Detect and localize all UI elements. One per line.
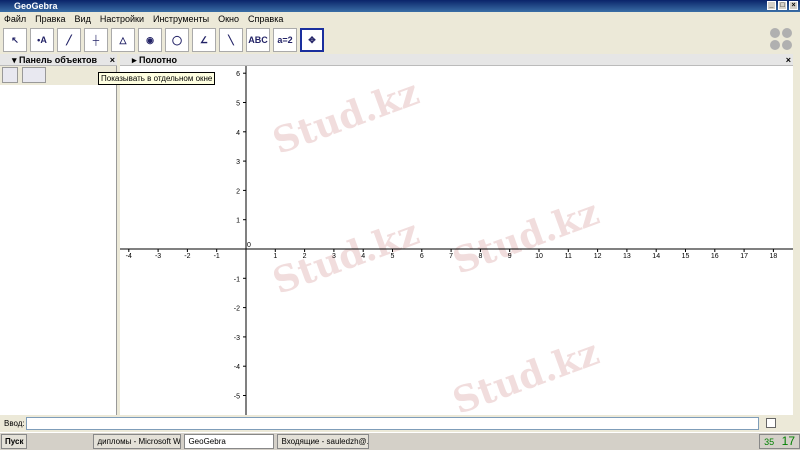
toolbar: ↖ •A ╱ ┼ △ ◉ ◯ ∠ ╲ ABC a=2 ✥	[0, 26, 800, 54]
y-tick-label: 5	[236, 101, 240, 108]
reflect-icon[interactable]: ╲	[219, 28, 243, 52]
menu-item[interactable]: Справка	[248, 12, 283, 26]
taskbar: Пуск дипломы - Microsoft Wo... GeoGebra …	[0, 432, 800, 450]
conic-icon[interactable]: ◯	[165, 28, 189, 52]
text-icon[interactable]: ABC	[246, 28, 270, 52]
x-tick-label: 6	[420, 253, 424, 260]
taskbar-item-geogebra[interactable]: GeoGebra	[184, 434, 275, 449]
sort-button[interactable]	[22, 67, 46, 83]
y-tick-label: 4	[236, 130, 240, 137]
settings-icon[interactable]	[782, 40, 792, 50]
perpendicular-icon[interactable]: ┼	[84, 28, 108, 52]
x-tick-label: -1	[214, 253, 220, 260]
taskbar-item-mail[interactable]: Входящие - sauledzh@...	[277, 434, 370, 449]
x-tick-label: 14	[652, 253, 660, 260]
close-button[interactable]: ×	[789, 1, 798, 10]
x-tick-label: 2	[303, 253, 307, 260]
move-icon[interactable]: ↖	[3, 28, 27, 52]
menu-item[interactable]: Вид	[75, 12, 91, 26]
objects-panel-header: ▾ Панель объектов ×	[0, 54, 117, 66]
auxiliary-objects-button[interactable]	[2, 67, 18, 83]
taskbar-item-word[interactable]: дипломы - Microsoft Wo...	[93, 434, 182, 449]
help-icon[interactable]	[770, 40, 780, 50]
y-tick-label: 3	[236, 159, 240, 166]
point-icon[interactable]: •A	[30, 28, 54, 52]
x-tick-label: 10	[535, 253, 543, 260]
y-tick-label: 6	[236, 71, 240, 78]
objects-panel-title: Панель объектов	[19, 55, 98, 65]
x-tick-label: -3	[155, 253, 161, 260]
input-field[interactable]	[26, 417, 759, 430]
slider-icon[interactable]: a=2	[273, 28, 297, 52]
menu-item[interactable]: Правка	[35, 12, 65, 26]
menu-item[interactable]: Окно	[218, 12, 239, 26]
x-tick-label: 11	[565, 253, 572, 260]
x-tick-label: 9	[508, 253, 512, 260]
x-tick-label: 5	[391, 253, 395, 260]
tray-count: 35	[764, 437, 775, 447]
graphics-canvas[interactable]: Stud.kz Stud.kz Stud.kz Stud.kz -4 -3 -2 -1 0 1 2…	[120, 66, 793, 415]
menu-item[interactable]: Инструменты	[153, 12, 209, 26]
undo-redo-group	[770, 28, 794, 50]
circle-icon[interactable]: ◉	[138, 28, 162, 52]
move-view-icon[interactable]: ✥	[300, 28, 324, 52]
objects-panel	[0, 66, 117, 415]
axes: -4 -3 -2 -101 2 3 4 5 6 7 8 9 10 11 12 13 14 15 16 17 18-5-4…	[120, 66, 793, 415]
window-title: GeoGebra	[14, 1, 58, 11]
y-tick-label: 1	[236, 218, 240, 225]
polygon-icon[interactable]: △	[111, 28, 135, 52]
y-tick-label: -4	[234, 364, 240, 371]
line-icon[interactable]: ╱	[57, 28, 81, 52]
undo-icon[interactable]	[770, 28, 780, 38]
input-label: Ввод:	[4, 419, 25, 428]
menu-bar: Файл Правка Вид Настройки Инструменты Окно Спр…	[0, 12, 800, 26]
x-tick-label: 3	[332, 253, 336, 260]
x-tick-label: 7	[449, 253, 453, 260]
x-tick-label: -4	[126, 253, 132, 260]
close-canvas-icon[interactable]: ×	[786, 54, 791, 66]
y-tick-label: -2	[234, 306, 240, 313]
input-bar: Ввод:	[0, 415, 800, 432]
clock: 17	[781, 434, 795, 448]
y-tick-label: -3	[234, 335, 240, 342]
y-tick-label: -5	[234, 394, 240, 401]
y-tick-label: 2	[236, 188, 240, 195]
title-bar: GeoGebra _ □ ×	[0, 0, 800, 12]
start-button[interactable]: Пуск	[1, 434, 28, 449]
input-help-button[interactable]	[766, 418, 776, 428]
x-tick-label: 8	[478, 253, 482, 260]
x-tick-label: 15	[682, 253, 690, 260]
menu-item[interactable]: Настройки	[100, 12, 144, 26]
minimize-button[interactable]: _	[767, 1, 776, 10]
x-tick-label: -2	[184, 253, 190, 260]
canvas-header: ▸ Полотно ×	[120, 54, 793, 66]
maximize-button[interactable]: □	[778, 1, 787, 10]
x-tick-label: 12	[594, 253, 602, 260]
x-tick-label: 13	[623, 253, 631, 260]
close-panel-icon[interactable]: ×	[110, 54, 115, 66]
x-tick-label: 0	[247, 242, 251, 249]
x-tick-label: 1	[273, 253, 277, 260]
tooltip: Показывать в отдельном окне	[98, 72, 216, 85]
redo-icon[interactable]	[782, 28, 792, 38]
menu-item[interactable]: Файл	[4, 12, 26, 26]
angle-icon[interactable]: ∠	[192, 28, 216, 52]
y-tick-label: -1	[234, 276, 240, 283]
canvas-title: Полотно	[139, 55, 177, 65]
x-tick-label: 4	[361, 253, 365, 260]
x-tick-label: 17	[740, 253, 748, 260]
system-tray: 35 17	[759, 434, 800, 449]
x-tick-label: 18	[770, 253, 778, 260]
x-tick-label: 16	[711, 253, 719, 260]
